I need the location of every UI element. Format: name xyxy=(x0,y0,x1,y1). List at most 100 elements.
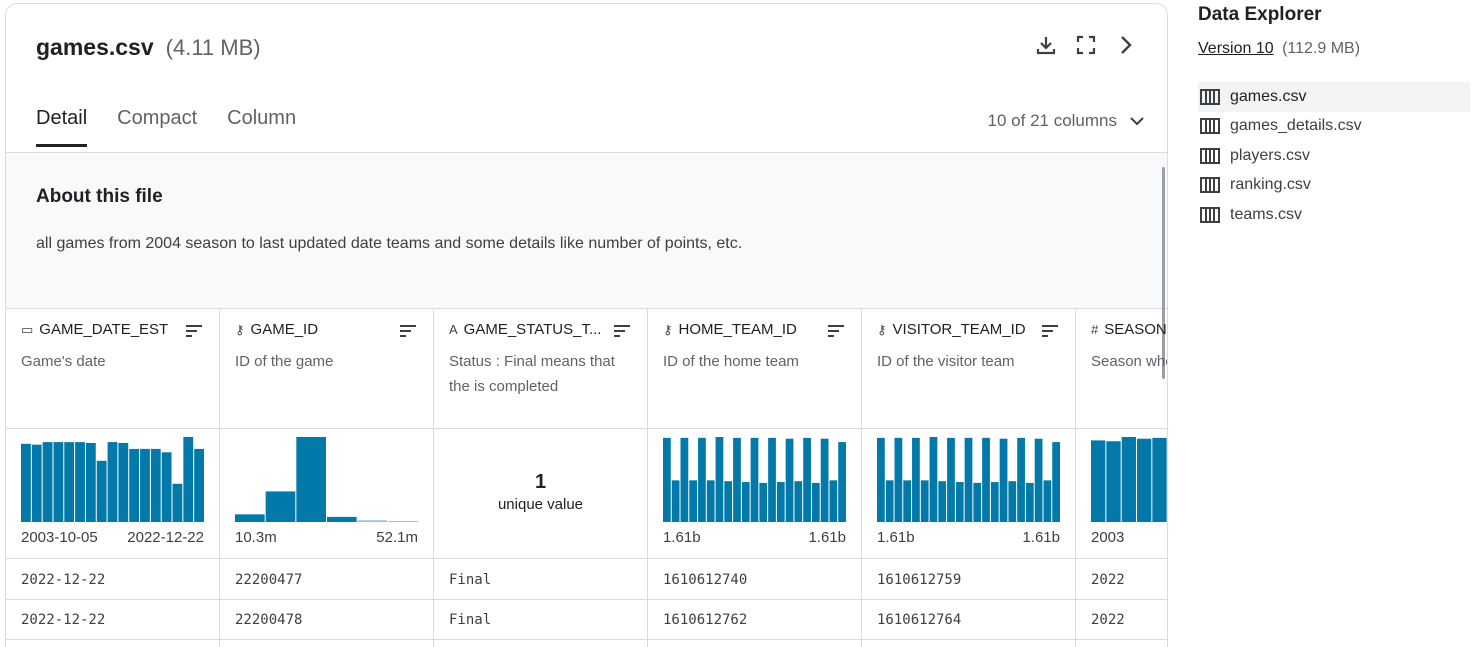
file-item-games[interactable]: games.csv xyxy=(1198,82,1470,112)
histogram-bar[interactable] xyxy=(894,437,903,522)
histogram-bar[interactable] xyxy=(733,437,741,522)
histogram-bar[interactable] xyxy=(820,438,829,522)
histogram-bar[interactable] xyxy=(811,482,820,522)
histogram-bar[interactable] xyxy=(1034,438,1043,522)
column-count-selector[interactable]: 10 of 21 columns xyxy=(988,111,1145,131)
histogram-bar[interactable] xyxy=(194,448,204,522)
histogram-bar[interactable] xyxy=(990,482,999,522)
histogram-bar[interactable] xyxy=(999,438,1008,522)
table-cell[interactable]: 2022 xyxy=(1091,572,1125,588)
histogram-bar[interactable] xyxy=(706,480,715,522)
histogram-bar[interactable] xyxy=(1106,441,1121,522)
histogram-bar[interactable] xyxy=(388,521,418,522)
histogram-bar[interactable] xyxy=(64,442,75,522)
tab-compact[interactable]: Compact xyxy=(117,107,197,147)
histogram-bar[interactable] xyxy=(973,482,982,522)
table-cell[interactable]: Final xyxy=(449,612,491,628)
histogram-bar[interactable] xyxy=(955,482,964,522)
histogram-bar[interactable] xyxy=(947,437,955,522)
table-cell[interactable]: 1610612759 xyxy=(877,572,961,588)
histogram-bar[interactable] xyxy=(1008,481,1017,522)
histogram-bar[interactable] xyxy=(327,516,357,522)
histogram-bar[interactable] xyxy=(1091,440,1106,522)
histogram-bar[interactable] xyxy=(680,437,689,522)
histogram-bar[interactable] xyxy=(96,460,107,522)
column-header[interactable]: A GAME_STATUS_T... Status : Final means th… xyxy=(434,309,647,429)
histogram-bar[interactable] xyxy=(982,437,990,522)
file-item-players[interactable]: players.csv xyxy=(1198,141,1470,171)
file-item-teams[interactable]: teams.csv xyxy=(1198,200,1470,230)
histogram-bar[interactable] xyxy=(741,482,750,522)
table-cell[interactable]: 2022 xyxy=(1091,612,1125,628)
histogram-bar[interactable] xyxy=(42,442,53,522)
table-cell[interactable]: 2022-12-22 xyxy=(21,572,105,588)
column-header[interactable]: ⚷ GAME_ID ID of the game xyxy=(220,309,433,429)
histogram-bar[interactable] xyxy=(938,481,947,522)
histogram-bar[interactable] xyxy=(183,437,194,522)
histogram-bar[interactable] xyxy=(296,437,326,522)
histogram-bar[interactable] xyxy=(671,480,680,522)
histogram-bar[interactable] xyxy=(750,437,759,522)
histogram-bar[interactable] xyxy=(776,482,785,522)
table-cell[interactable]: 1610612764 xyxy=(877,612,961,628)
histogram-bar[interactable] xyxy=(357,520,388,522)
sort-icon[interactable] xyxy=(1041,324,1059,343)
histogram-bar[interactable] xyxy=(53,442,64,522)
histogram-bar[interactable] xyxy=(1043,480,1052,522)
histogram-bar[interactable] xyxy=(785,438,794,522)
column-header[interactable]: ⚷ HOME_TEAM_ID ID of the home team xyxy=(648,309,861,429)
histogram-bar[interactable] xyxy=(265,491,296,522)
table-cell[interactable]: 1610612740 xyxy=(663,572,747,588)
histogram-bar[interactable] xyxy=(1137,438,1152,522)
sort-icon[interactable] xyxy=(827,324,845,343)
sort-icon[interactable] xyxy=(185,324,203,343)
histogram-bar[interactable] xyxy=(1052,442,1060,522)
histogram-bar[interactable] xyxy=(1152,437,1167,522)
histogram-bar[interactable] xyxy=(724,481,733,522)
histogram-bar[interactable] xyxy=(1121,437,1136,522)
table-cell[interactable]: 2022-12-22 xyxy=(21,612,105,628)
fullscreen-icon[interactable] xyxy=(1075,34,1097,56)
histogram-bar[interactable] xyxy=(31,444,42,522)
histogram-bar[interactable] xyxy=(21,443,31,522)
histogram-bar[interactable] xyxy=(85,442,96,522)
histogram-bar[interactable] xyxy=(920,480,929,522)
histogram-bar[interactable] xyxy=(75,442,85,522)
histogram-bar[interactable] xyxy=(803,437,811,522)
histogram-bar[interactable] xyxy=(1025,482,1034,522)
table-cell[interactable]: 1610612762 xyxy=(663,612,747,628)
table-cell[interactable]: 22200477 xyxy=(235,572,302,588)
histogram-bar[interactable] xyxy=(129,448,140,522)
histogram-bar[interactable] xyxy=(715,437,724,522)
tab-detail[interactable]: Detail xyxy=(36,107,88,147)
histogram-bar[interactable] xyxy=(877,437,885,522)
histogram-bar[interactable] xyxy=(929,437,938,522)
column-header[interactable]: # SEASON Season when occured xyxy=(1076,309,1167,429)
file-item-ranking[interactable]: ranking.csv xyxy=(1198,171,1470,201)
histogram-bar[interactable] xyxy=(663,437,671,522)
histogram-bar[interactable] xyxy=(1017,437,1025,522)
histogram-bar[interactable] xyxy=(964,437,973,522)
histogram-bar[interactable] xyxy=(759,482,768,522)
version-link[interactable]: Version 10 xyxy=(1198,40,1274,57)
histogram-bar[interactable] xyxy=(235,514,265,522)
histogram-bar[interactable] xyxy=(698,437,706,522)
histogram-bar[interactable] xyxy=(838,442,846,522)
histogram-bar[interactable] xyxy=(689,480,698,522)
column-header[interactable]: ▭ GAME_DATE_EST Game's date xyxy=(6,309,219,429)
histogram-bar[interactable] xyxy=(172,483,183,522)
histogram-bar[interactable] xyxy=(768,437,776,522)
histogram-bar[interactable] xyxy=(794,481,803,522)
histogram-bar[interactable] xyxy=(118,442,129,522)
histogram-bar[interactable] xyxy=(140,448,150,522)
histogram-bar[interactable] xyxy=(161,452,172,522)
sort-icon[interactable] xyxy=(399,324,417,343)
histogram-bar[interactable] xyxy=(829,480,838,522)
histogram-bar[interactable] xyxy=(912,437,920,522)
download-icon[interactable] xyxy=(1035,34,1057,56)
histogram-bar[interactable] xyxy=(107,442,118,522)
file-item-games-details[interactable]: games_details.csv xyxy=(1198,112,1470,142)
column-header[interactable]: ⚷ VISITOR_TEAM_ID ID of the visitor team xyxy=(862,309,1075,429)
table-cell[interactable]: 22200478 xyxy=(235,612,302,628)
histogram-bar[interactable] xyxy=(885,480,894,522)
